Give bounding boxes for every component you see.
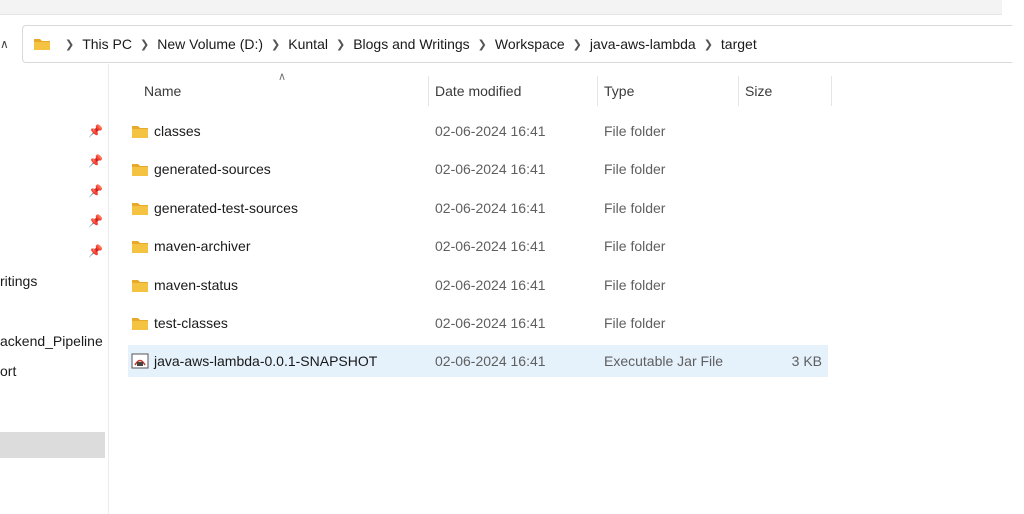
file-size: 3 KB	[791, 353, 822, 370]
folder-icon	[132, 202, 148, 215]
chevron-right-icon[interactable]: ❯	[65, 38, 74, 51]
file-size	[728, 269, 822, 301]
file-type: File folder	[604, 161, 666, 178]
file-name: test-classes	[154, 315, 228, 331]
file-size	[728, 153, 822, 185]
column-header-type[interactable]: Type	[604, 76, 634, 106]
folder-icon	[132, 318, 148, 330]
column-header-name[interactable]: Name	[144, 76, 181, 106]
nav-item-selected[interactable]	[0, 432, 105, 458]
table-row[interactable]: generated-sources 02-06-2024 16:41 File fo…	[128, 153, 828, 185]
breadcrumb-item[interactable]: ❯ java-aws-lambda	[565, 36, 696, 52]
navigation-pane: 📌 📌 📌 📌 📌 ritings ackend_Pipeline ort	[0, 64, 109, 514]
file-size	[728, 115, 822, 147]
breadcrumb-item[interactable]: ❯ target	[696, 36, 757, 52]
file-date: 02-06-2024 16:41	[435, 123, 546, 139]
pin-icon[interactable]: 📌	[88, 214, 103, 228]
column-divider[interactable]	[428, 76, 429, 106]
sort-ascending-icon: ∧	[278, 71, 287, 83]
file-date: 02-06-2024 16:41	[435, 276, 546, 293]
title-bar-strip	[0, 0, 1002, 15]
breadcrumb-item[interactable]: ❯ Blogs and Writings	[328, 36, 470, 52]
pin-icon[interactable]: 📌	[88, 244, 103, 258]
folder-icon	[132, 241, 148, 254]
file-type: File folder	[604, 315, 666, 331]
folder-icon	[132, 164, 148, 177]
nav-item[interactable]: ackend_Pipeline	[0, 333, 103, 349]
table-row[interactable]: maven-status 02-06-2024 16:41 File folder	[128, 269, 828, 301]
file-date: 02-06-2024 16:41	[435, 315, 546, 331]
column-divider[interactable]	[597, 76, 598, 106]
breadcrumb-item[interactable]: ❯ This PC	[57, 36, 132, 52]
file-size	[728, 307, 822, 339]
breadcrumb-item[interactable]: ❯ New Volume (D:)	[132, 36, 263, 52]
table-row[interactable]: maven-archiver 02-06-2024 16:41 File folde…	[128, 230, 828, 262]
file-name: generated-sources	[154, 161, 271, 178]
file-date: 02-06-2024 16:41	[435, 199, 546, 216]
breadcrumb-item[interactable]: ❯ Workspace	[470, 36, 565, 52]
file-name: classes	[154, 123, 201, 139]
file-name: generated-test-sources	[154, 199, 298, 216]
file-list: ∧ Name Date modified Type Size classes 02…	[108, 64, 1024, 514]
file-date: 02-06-2024 16:41	[435, 238, 546, 255]
nav-item[interactable]: ort	[0, 363, 16, 379]
chevron-up-icon[interactable]: ∧	[0, 34, 14, 54]
chevron-right-icon[interactable]: ❯	[573, 38, 582, 51]
file-type: File folder	[604, 238, 666, 255]
chevron-right-icon[interactable]: ❯	[140, 38, 149, 51]
column-header-date[interactable]: Date modified	[435, 76, 521, 106]
chevron-right-icon[interactable]: ❯	[704, 38, 713, 51]
folder-icon	[34, 39, 50, 50]
file-date: 02-06-2024 16:41	[435, 353, 546, 370]
chevron-right-icon[interactable]: ❯	[478, 38, 487, 51]
file-size	[728, 192, 822, 224]
pin-icon[interactable]: 📌	[88, 184, 103, 198]
chevron-right-icon[interactable]: ❯	[271, 38, 280, 51]
folder-icon	[132, 279, 148, 292]
pin-icon[interactable]: 📌	[88, 154, 103, 168]
table-row[interactable]: test-classes 02-06-2024 16:41 File folder	[128, 307, 828, 339]
table-row[interactable]: classes 02-06-2024 16:41 File folder	[128, 115, 828, 147]
column-divider[interactable]	[738, 76, 739, 106]
file-name: maven-archiver	[154, 238, 251, 255]
file-type: File folder	[604, 199, 666, 216]
file-type: File folder	[604, 123, 666, 139]
nav-item[interactable]: ritings	[0, 273, 37, 289]
file-name: maven-status	[154, 276, 239, 293]
chevron-right-icon[interactable]: ❯	[336, 38, 345, 51]
file-date: 02-06-2024 16:41	[435, 161, 546, 178]
file-type: File folder	[604, 276, 666, 293]
column-header-size[interactable]: Size	[745, 76, 772, 106]
table-row[interactable]: generated-test-sources 02-06-2024 16:41 Fi…	[128, 192, 828, 224]
file-type: Executable Jar File	[604, 353, 724, 370]
file-size	[728, 230, 822, 262]
folder-icon	[132, 126, 148, 138]
table-row[interactable]: java-aws-lambda-0.0.1-SNAPSHOT 02-06-2024…	[128, 345, 828, 378]
file-name: java-aws-lambda-0.0.1-SNAPSHOT	[154, 353, 378, 370]
breadcrumb-item[interactable]: ❯ Kuntal	[263, 36, 328, 52]
column-divider[interactable]	[831, 76, 832, 106]
jar-file-icon	[131, 353, 149, 369]
address-bar[interactable]: ❯ This PC ❯ New Volume (D:) ❯ Kuntal ❯ Blogs…	[22, 25, 1012, 63]
pin-icon[interactable]: 📌	[88, 124, 103, 138]
